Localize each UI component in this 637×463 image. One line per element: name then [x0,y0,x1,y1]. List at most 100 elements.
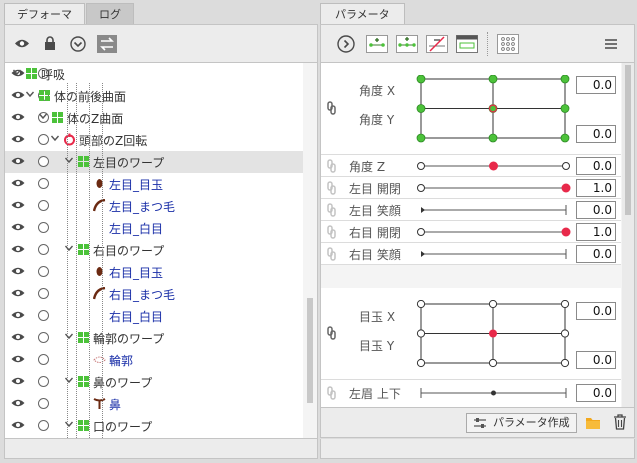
lock-icon[interactable] [39,33,61,55]
tree-row[interactable]: 左目_目玉 [5,173,303,195]
link-icon[interactable] [327,101,336,115]
tree-row[interactable]: 右目のワープ [5,239,303,261]
tab-deformer[interactable]: デフォーマ [4,3,85,24]
tree-row[interactable]: 口のワープ [5,415,303,437]
param-value-top[interactable]: 0.0 [576,302,616,320]
param-value[interactable]: 1.0 [576,179,616,197]
trash-icon[interactable] [613,414,627,430]
tree-row-label: 右目_白目 [109,310,164,324]
parameter-scrollbar[interactable] [622,63,634,407]
visibility-eye-icon[interactable] [11,178,25,188]
select-radio[interactable] [38,420,49,431]
tab-log[interactable]: ログ [86,3,134,24]
swap-icon[interactable] [95,33,119,55]
chevron-down-icon[interactable] [64,243,74,253]
tree-scroll-thumb[interactable] [307,298,313,403]
select-radio[interactable] [38,200,49,211]
visibility-eye-icon[interactable] [11,200,25,210]
param-slider[interactable] [321,221,573,243]
chevron-down-icon[interactable] [64,419,74,429]
select-radio[interactable] [38,244,49,255]
tree-row[interactable]: 左目_まつ毛 [5,195,303,217]
param-value[interactable]: 0.0 [576,245,616,263]
chevron-down-icon[interactable] [38,111,48,121]
hamburger-menu-icon[interactable] [600,33,622,55]
parameter-scroll-thumb[interactable] [625,65,631,215]
eye-icon[interactable] [11,33,33,55]
tree-row[interactable]: 輪郭 [5,349,303,371]
add-key-icon[interactable] [365,33,389,55]
select-radio[interactable] [38,134,49,145]
tree-row-label: 右目_目玉 [109,266,164,280]
chevron-down-icon[interactable] [12,67,22,77]
chevron-down-circle-icon[interactable] [67,33,89,55]
select-radio[interactable] [38,332,49,343]
param-value[interactable]: 1.0 [576,223,616,241]
tree-row[interactable]: 左目_白目 [5,217,303,239]
param-row: 左眉 上下 0.0 [321,380,621,407]
visibility-eye-icon[interactable] [11,310,25,320]
tree-row[interactable]: 鼻 [5,393,303,415]
select-radio[interactable] [38,156,49,167]
tree-row[interactable]: 右目_目玉 [5,261,303,283]
param-slider[interactable] [321,243,573,265]
param-value[interactable]: 0.0 [576,384,616,402]
param-slider[interactable] [321,155,573,177]
param-2d-grid[interactable] [416,300,576,368]
tree-row[interactable]: 左目のワープ [5,151,303,173]
tree-scrollbar[interactable] [303,63,317,438]
visibility-eye-icon[interactable] [11,156,25,166]
link-icon[interactable] [327,326,336,340]
play-circle-icon[interactable] [335,33,357,55]
create-parameter-button[interactable]: パラメータ作成 [466,413,577,433]
chevron-down-icon[interactable] [64,331,74,341]
chevron-down-icon[interactable] [25,89,35,99]
param-value-bottom[interactable]: 0.0 [576,351,616,369]
param-value-bottom[interactable]: 0.0 [576,125,616,143]
visibility-eye-icon[interactable] [11,332,25,342]
visibility-eye-icon[interactable] [11,420,25,430]
param-2d-grid[interactable] [416,75,576,143]
param-value[interactable]: 0.0 [576,201,616,219]
param-value[interactable]: 0.0 [576,157,616,175]
folder-icon[interactable] [585,415,601,430]
visibility-eye-icon[interactable] [11,112,25,122]
grid-dots-icon[interactable] [496,33,520,55]
chevron-down-icon[interactable] [50,133,60,143]
tree-row[interactable]: 頭部のZ回転 [5,129,303,151]
visibility-eye-icon[interactable] [11,222,25,232]
chevron-down-icon[interactable] [64,155,74,165]
chevron-down-icon[interactable] [64,375,74,385]
tree-row[interactable]: 右目_白目 [5,305,303,327]
visibility-eye-icon[interactable] [11,288,25,298]
visibility-eye-icon[interactable] [11,266,25,276]
tree-row[interactable]: 右目_まつ毛 [5,283,303,305]
tree-row[interactable]: 輪郭のワープ [5,327,303,349]
param-slider[interactable] [321,382,573,404]
select-radio[interactable] [38,222,49,233]
visibility-eye-icon[interactable] [11,134,25,144]
tree-row[interactable]: 鼻のワープ [5,371,303,393]
visibility-eye-icon[interactable] [11,354,25,364]
select-radio[interactable] [38,266,49,277]
select-radio[interactable] [38,178,49,189]
tree-row[interactable]: 体のZ曲面 [5,107,303,129]
param-value-top[interactable]: 0.0 [576,76,616,94]
select-radio[interactable] [38,398,49,409]
tab-parameters[interactable]: パラメータ [320,3,405,24]
add-keys-icon[interactable] [395,33,419,55]
visibility-eye-icon[interactable] [11,244,25,254]
select-radio[interactable] [38,288,49,299]
tree-row[interactable]: 呼吸 [5,63,303,85]
tree-row[interactable]: 体の前後曲面 [5,85,303,107]
visibility-eye-icon[interactable] [11,398,25,408]
window-icon[interactable] [455,33,479,55]
param-slider[interactable] [321,177,573,199]
select-radio[interactable] [38,310,49,321]
select-radio[interactable] [38,354,49,365]
select-radio[interactable] [38,376,49,387]
visibility-eye-icon[interactable] [11,90,25,100]
delete-key-icon[interactable] [425,33,449,55]
visibility-eye-icon[interactable] [11,376,25,386]
param-slider[interactable] [321,199,573,221]
